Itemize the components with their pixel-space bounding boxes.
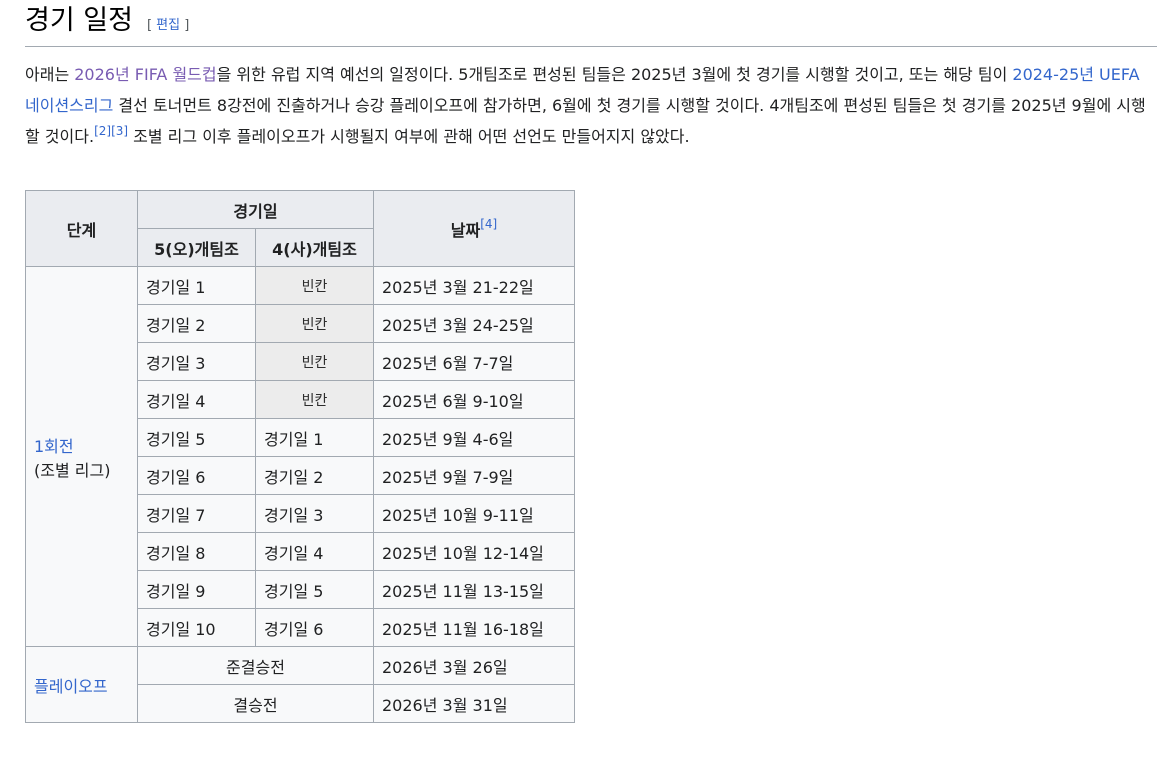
cell-date: 2025년 3월 21-22일 (373, 266, 575, 305)
header-date: 날짜[4] (373, 190, 575, 267)
cell-five-team: 경기일 1 (137, 266, 256, 305)
header-matchday: 경기일 (137, 190, 374, 229)
world-cup-link[interactable]: 2026년 FIFA 월드컵 (74, 65, 216, 84)
cell-four-team: 경기일 1 (255, 418, 374, 457)
edit-link[interactable]: 편집 (156, 18, 180, 33)
cell-four-team-empty: 빈칸 (255, 342, 374, 381)
cell-four-team: 경기일 4 (255, 532, 374, 571)
intro-text-2: 을 위한 유럽 지역 예선의 일정이다. 5개팀조로 편성된 팀들은 2025년… (216, 65, 1013, 84)
cell-four-team: 경기일 3 (255, 494, 374, 533)
cell-date: 2025년 11월 16-18일 (373, 608, 575, 647)
cell-four-team-empty: 빈칸 (255, 380, 374, 419)
playoff-link[interactable]: 플레이오프 (34, 677, 108, 696)
cell-date: 2025년 10월 12-14일 (373, 532, 575, 571)
header-four-team: 4(사)개팀조 (255, 228, 374, 267)
cell-four-team-empty: 빈칸 (255, 266, 374, 305)
cell-date: 2025년 3월 24-25일 (373, 304, 575, 343)
first-round-sub: (조별 리그) (34, 460, 111, 480)
cell-date: 2025년 9월 4-6일 (373, 418, 575, 457)
cell-five-team: 경기일 6 (137, 456, 256, 495)
intro-text-1: 아래는 (25, 65, 75, 84)
schedule-table: 단계 경기일 날짜[4] 5(오)개팀조 4(사)개팀조 1회전 (조별 리그)… (25, 190, 575, 723)
cell-date: 2026년 3월 26일 (373, 646, 575, 685)
cell-four-team: 경기일 2 (255, 456, 374, 495)
section-heading-row: 경기 일정 [ 편집 ] (25, 0, 1157, 47)
cell-date: 2025년 9월 7-9일 (373, 456, 575, 495)
cell-playoff-round: 결승전 (137, 684, 374, 723)
article-section: 경기 일정 [ 편집 ] 아래는 2026년 FIFA 월드컵을 위한 유럽 지… (25, 0, 1157, 723)
edit-bracket-close: ] (180, 18, 190, 33)
reference-4: [4] (480, 217, 497, 231)
cell-five-team: 경기일 8 (137, 532, 256, 571)
stage-playoff: 플레이오프 (25, 646, 138, 723)
reference-3-link[interactable]: [3] (111, 124, 128, 138)
cell-five-team: 경기일 9 (137, 570, 256, 609)
edit-bracket-open: [ (146, 18, 157, 33)
cell-date: 2026년 3월 31일 (373, 684, 575, 723)
cell-five-team: 경기일 2 (137, 304, 256, 343)
first-round-link[interactable]: 1회전 (34, 437, 74, 456)
cell-five-team: 경기일 4 (137, 380, 256, 419)
cell-date: 2025년 10월 9-11일 (373, 494, 575, 533)
cell-four-team: 경기일 6 (255, 608, 374, 647)
intro-text-4: 조별 리그 이후 플레이오프가 시행될지 여부에 관해 어떤 선언도 만들어지지… (128, 127, 690, 146)
cell-five-team: 경기일 7 (137, 494, 256, 533)
table-row: 1회전 (조별 리그) 경기일 1 빈칸 2025년 3월 21-22일 (25, 266, 575, 647)
section-heading: 경기 일정 (25, 5, 133, 36)
table-header-row: 단계 경기일 날짜[4] (25, 190, 575, 267)
cell-playoff-round: 준결승전 (137, 646, 374, 685)
cell-four-team: 경기일 5 (255, 570, 374, 609)
cell-date: 2025년 6월 7-7일 (373, 342, 575, 381)
cell-date: 2025년 6월 9-10일 (373, 380, 575, 419)
intro-paragraph: 아래는 2026년 FIFA 월드컵을 위한 유럽 지역 예선의 일정이다. 5… (25, 59, 1157, 152)
reference-4-link[interactable]: [4] (480, 217, 497, 231)
reference-2: [2] (94, 124, 111, 138)
table-row: 플레이오프 준결승전 2026년 3월 26일 (25, 646, 575, 723)
cell-four-team-empty: 빈칸 (255, 304, 374, 343)
header-stage: 단계 (25, 190, 138, 267)
reference-2-link[interactable]: [2] (94, 124, 111, 138)
cell-five-team: 경기일 10 (137, 608, 256, 647)
cell-five-team: 경기일 5 (137, 418, 256, 457)
cell-date: 2025년 11월 13-15일 (373, 570, 575, 609)
reference-3: [3] (111, 124, 128, 138)
cell-five-team: 경기일 3 (137, 342, 256, 381)
edit-section: [ 편집 ] (147, 14, 189, 33)
stage-first-round: 1회전 (조별 리그) (25, 266, 138, 647)
header-date-label: 날짜 (450, 220, 481, 240)
header-five-team: 5(오)개팀조 (137, 228, 256, 267)
